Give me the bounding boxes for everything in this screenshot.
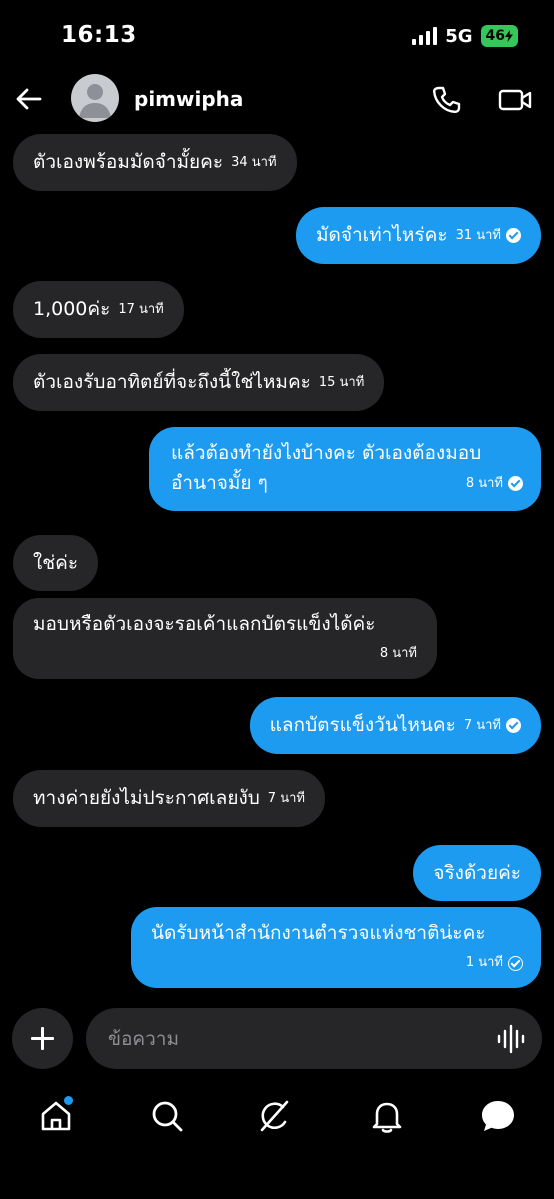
message-text: 1,000ค่ะ bbox=[33, 298, 111, 320]
message-time: 7 นาที bbox=[463, 717, 501, 733]
message-text-line1: แล้วต้องทำยังไงบ้างคะ ตัวเองต้องมอบ bbox=[171, 442, 482, 464]
message-text: นัดรับหน้าสำนักงานตำรวจแห่งชาติน่ะคะ bbox=[151, 922, 486, 944]
voice-message-icon[interactable] bbox=[496, 1024, 526, 1054]
notifications-icon bbox=[372, 1102, 402, 1133]
message-bubble-outgoing[interactable]: แล้วต้องทำยังไงบ้างคะ ตัวเองต้องมอบ อำนา… bbox=[149, 427, 541, 511]
message-bubble-outgoing[interactable]: นัดรับหน้าสำนักงานตำรวจแห่งชาติน่ะคะ 1 น… bbox=[131, 907, 541, 988]
sent-receipt-icon bbox=[508, 955, 523, 971]
message-time: 8 นาที bbox=[379, 646, 417, 661]
message-bubble-outgoing[interactable]: มัดจำเท่าไหร่คะ 31 นาที bbox=[296, 207, 541, 264]
read-receipt-icon bbox=[506, 228, 521, 243]
message-text: ทางค่ายยังไม่ประกาศเลยงับ bbox=[33, 787, 260, 809]
message-bubble-incoming[interactable]: ตัวเองรับอาทิตย์ที่จะถึงนี้ใช่ไหมคะ 15 นา… bbox=[13, 354, 385, 411]
notification-dot bbox=[64, 1096, 73, 1105]
nav-messages[interactable] bbox=[479, 1098, 515, 1134]
message-time: 17 นาที bbox=[118, 301, 164, 317]
message-list: ตัวเองพร้อมมัดจำมั้ยคะ 34 นาที มัดจำเท่าไ… bbox=[0, 0, 554, 1000]
message-time: 34 นาที bbox=[231, 154, 277, 170]
read-receipt-icon bbox=[508, 476, 523, 491]
message-time: 7 นาที bbox=[267, 790, 305, 806]
bottom-navigation bbox=[0, 1088, 554, 1148]
search-icon bbox=[152, 1101, 183, 1132]
message-bubble-incoming[interactable]: ใช่ค่ะ bbox=[13, 535, 99, 591]
add-attachment-button[interactable] bbox=[12, 1008, 73, 1069]
nav-home[interactable] bbox=[38, 1096, 74, 1134]
message-text: ตัวเองพร้อมมัดจำมั้ยคะ bbox=[33, 151, 224, 173]
message-input[interactable] bbox=[86, 1008, 542, 1069]
message-bubble-incoming[interactable]: ตัวเองพร้อมมัดจำมั้ยคะ 34 นาที bbox=[13, 134, 297, 191]
message-bubble-outgoing[interactable]: จริงด้วยค่ะ bbox=[413, 845, 541, 901]
message-text: ใช่ค่ะ bbox=[33, 552, 79, 574]
nav-notifications[interactable] bbox=[369, 1098, 405, 1134]
messages-icon bbox=[482, 1101, 514, 1131]
message-text: มอบหรือตัวเองจะรอเค้าแลกบัตรแข็งได้ค่ะ bbox=[33, 613, 376, 635]
nav-grok[interactable] bbox=[256, 1098, 292, 1134]
message-bubble-incoming[interactable]: 1,000ค่ะ 17 นาที bbox=[13, 281, 184, 338]
grok-icon bbox=[260, 1100, 289, 1132]
message-time: 8 นาที bbox=[465, 475, 503, 491]
message-time: 31 นาที bbox=[455, 227, 501, 243]
message-text: จริงด้วยค่ะ bbox=[433, 862, 521, 884]
message-bubble-incoming[interactable]: มอบหรือตัวเองจะรอเค้าแลกบัตรแข็งได้ค่ะ 8… bbox=[13, 598, 437, 679]
message-text: ตัวเองรับอาทิตย์ที่จะถึงนี้ใช่ไหมคะ bbox=[33, 371, 311, 393]
message-bubble-incoming[interactable]: ทางค่ายยังไม่ประกาศเลยงับ 7 นาที bbox=[13, 770, 325, 827]
read-receipt-icon bbox=[506, 718, 521, 733]
nav-search[interactable] bbox=[149, 1098, 185, 1134]
message-text: มัดจำเท่าไหร่คะ bbox=[316, 224, 448, 246]
message-text: แลกบัตรแข็งวันไหนคะ bbox=[269, 714, 456, 736]
message-time: 15 นาที bbox=[318, 374, 365, 390]
message-text-line2: อำนาจมั้ย ๆ bbox=[171, 472, 268, 495]
message-time: 1 นาที bbox=[465, 955, 503, 970]
message-composer bbox=[0, 1008, 554, 1072]
message-bubble-outgoing[interactable]: แลกบัตรแข็งวันไหนคะ 7 นาที bbox=[249, 697, 541, 754]
